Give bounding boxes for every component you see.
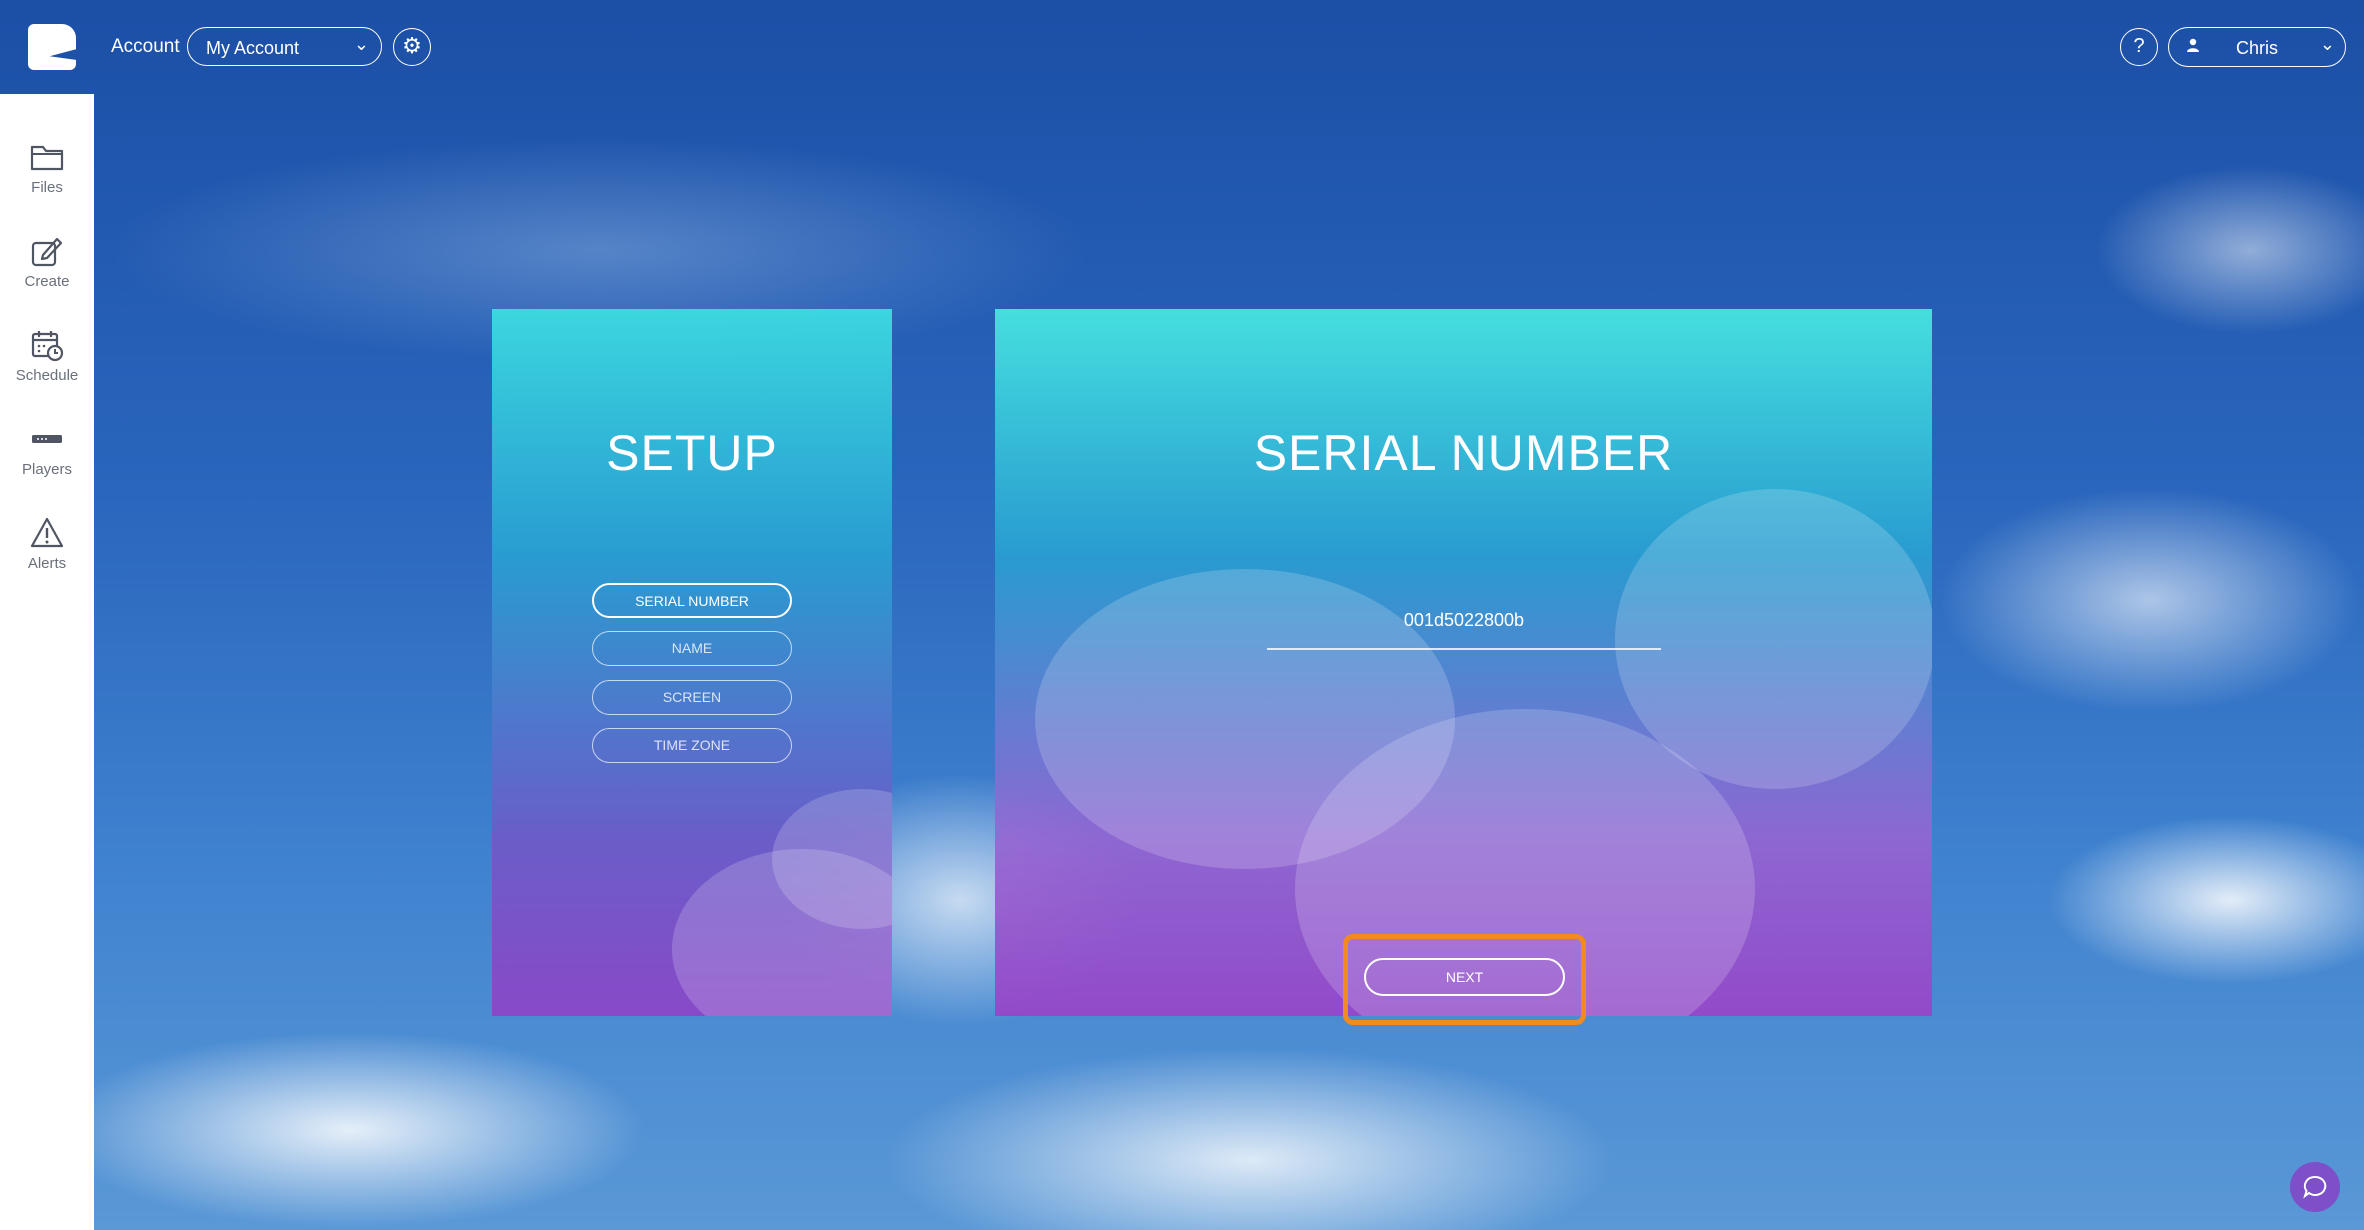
sidebar-item-alerts[interactable]: Alerts [0,515,94,572]
serial-number-title: SERIAL NUMBER [1253,425,1674,481]
sidebar-item-label: Files [31,179,63,196]
folder-icon [30,145,64,171]
step-screen[interactable]: SCREEN [592,680,792,715]
chevron-down-icon: ⌄ [353,34,369,54]
account-select[interactable]: My Account ⌄ [187,27,382,66]
chevron-down-icon: ⌄ [2319,34,2335,54]
sidebar-item-players[interactable]: Players [0,421,94,478]
sidebar-item-label: Alerts [27,555,67,572]
sidebar-item-label: Create [24,273,70,290]
sidebar-item-files[interactable]: Files [0,139,94,196]
player-device-icon [32,435,62,443]
chat-bubble-icon [2303,1175,2327,1199]
account-select-value: My Account [206,38,300,58]
sidebar-item-create[interactable]: Create [0,233,94,290]
input-underline [1267,648,1661,650]
step-name[interactable]: NAME [592,631,792,666]
next-button[interactable]: NEXT [1364,958,1565,996]
account-label: Account [111,36,180,57]
gear-icon: ⚙ [402,33,422,58]
warning-triangle-icon [30,517,64,548]
user-menu-button[interactable]: Chris ⌄ [2168,27,2346,67]
top-bar: Account My Account ⌄ ⚙ ? Chris ⌄ [0,0,2364,94]
sidebar-item-label: Players [21,461,73,478]
chat-button[interactable] [2290,1162,2340,1212]
settings-button[interactable]: ⚙ [393,28,431,66]
serial-number-input[interactable]: 001d5022800b [1355,610,1573,631]
app-logo[interactable] [28,24,76,70]
help-icon: ? [2133,35,2145,57]
cloud-decoration [1615,489,1932,789]
calendar-clock-icon [31,331,64,362]
help-button[interactable]: ? [2120,28,2158,66]
sidebar-item-label: Schedule [15,367,79,384]
create-edit-icon [31,237,63,267]
user-name: Chris [2235,38,2278,58]
setup-title: SETUP [606,425,778,481]
sidebar: Files Create Schedule Players Alerts [0,94,94,1230]
step-serial-number[interactable]: SERIAL NUMBER [592,583,792,618]
setup-panel: SETUP SERIAL NUMBER NAME SCREEN TIME ZON… [492,309,892,1016]
serial-number-panel: SERIAL NUMBER 001d5022800b [995,309,1932,1016]
step-time-zone[interactable]: TIME ZONE [592,728,792,763]
sidebar-item-schedule[interactable]: Schedule [0,327,94,384]
